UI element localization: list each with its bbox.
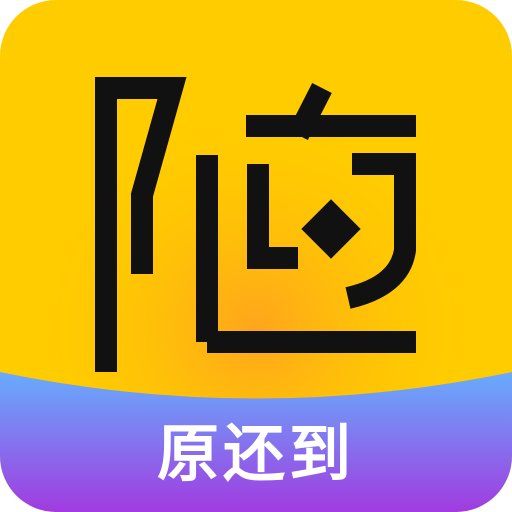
app-icon[interactable]: 原还到 [0,0,512,512]
app-label: 原还到 [156,417,355,490]
